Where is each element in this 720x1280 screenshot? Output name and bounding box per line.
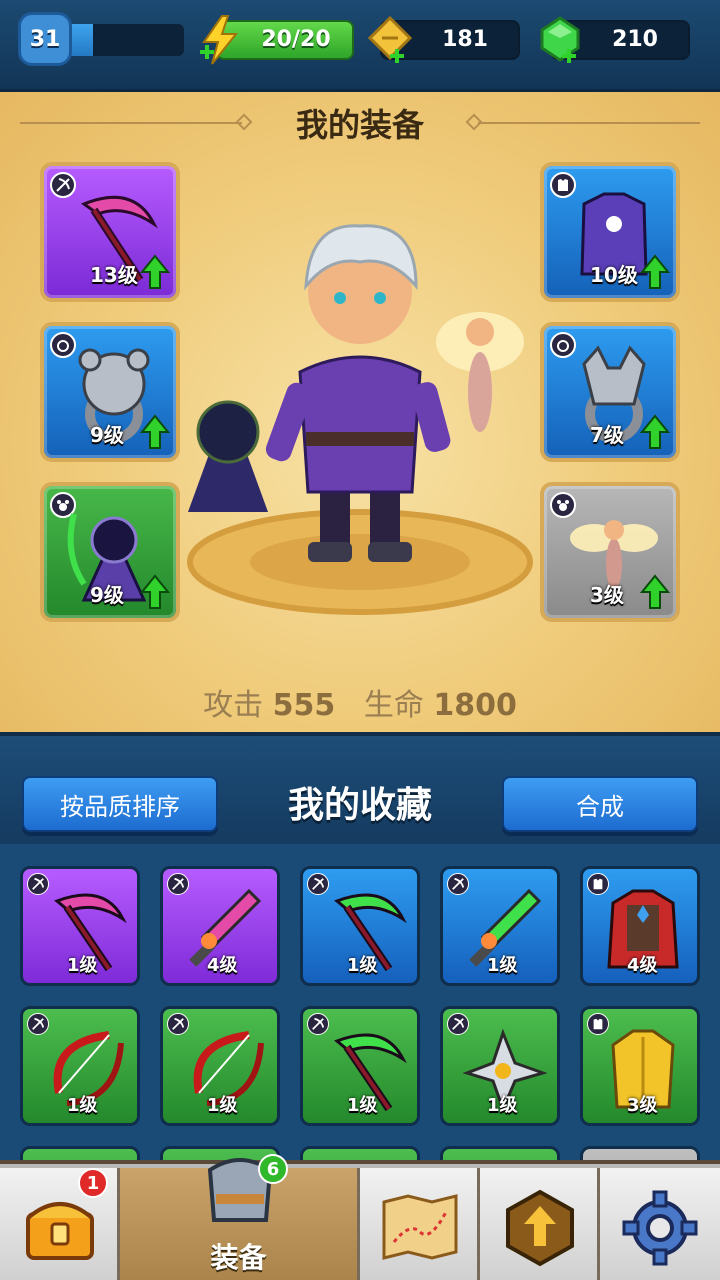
- treasure-chest-icon: [26, 1202, 94, 1260]
- equip-slot-pet-2[interactable]: 3级: [540, 482, 680, 622]
- slot-level: 7级: [590, 423, 624, 447]
- upgrade-arrow-icon: [640, 254, 670, 289]
- map-icon: [382, 1194, 458, 1260]
- collection-item-card-partial[interactable]: [440, 1146, 560, 1160]
- nav-equipment-label: 装备: [210, 1241, 267, 1274]
- hp-label: 生命: [363, 688, 424, 723]
- upgrade-arrow-icon: [140, 254, 170, 289]
- collection-item-card[interactable]: 1级: [440, 1006, 560, 1126]
- gear-icon: [622, 1190, 698, 1266]
- equip-slot-weapon[interactable]: 13级: [40, 162, 180, 302]
- collection-item-card[interactable]: 1级: [300, 866, 420, 986]
- collection-item-card-partial[interactable]: [580, 1146, 700, 1160]
- hp-value: 1800: [433, 688, 517, 723]
- equip-slot-ring-2[interactable]: 7级: [540, 322, 680, 462]
- item-level: 1级: [67, 1095, 98, 1116]
- collection-header: 按品质排序 我的收藏 合成: [0, 732, 720, 844]
- hero-stats: 攻击 555 生命 1800: [0, 680, 720, 724]
- upgrade-arrow-icon: [140, 574, 170, 609]
- lightning-plus-icon[interactable]: [196, 14, 244, 66]
- slot-level: 10级: [590, 263, 638, 287]
- equip-slot-pet[interactable]: 9级: [40, 482, 180, 622]
- collection-item-card-partial[interactable]: [300, 1146, 420, 1160]
- nav-chest[interactable]: 1: [0, 1168, 120, 1280]
- equipment-notification-badge: 6: [258, 1154, 288, 1184]
- upgrade-arrow-icon: [640, 414, 670, 449]
- collection-item-card[interactable]: 4级: [160, 866, 280, 986]
- collection-item-card[interactable]: 1级: [300, 1006, 420, 1126]
- slot-level: 13级: [90, 263, 138, 287]
- item-level: 1级: [487, 1095, 518, 1116]
- collection-grid: 1级 4级 1级 1级 4级 1级 1级 1级 1级 3级: [0, 844, 720, 1160]
- gold-ticket-plus-icon[interactable]: [366, 14, 414, 66]
- collection-item-card[interactable]: 1级: [20, 866, 140, 986]
- hero-character-illustration: [187, 224, 533, 615]
- item-level: 1级: [487, 955, 518, 976]
- nav-upgrade[interactable]: [480, 1168, 600, 1280]
- collection-item-card[interactable]: 1级: [160, 1006, 280, 1126]
- slot-level: 9级: [90, 423, 124, 447]
- green-gem-plus-icon[interactable]: [536, 14, 584, 66]
- collection-item-card[interactable]: 4级: [580, 866, 700, 986]
- slot-level: 9级: [90, 583, 124, 607]
- nav-equipment[interactable]: 6 装备: [120, 1154, 360, 1280]
- upgrade-arrow-icon: [140, 414, 170, 449]
- collection-item-card[interactable]: 1级: [20, 1006, 140, 1126]
- upgrade-arrow-icon: [640, 574, 670, 609]
- equipment-title: 我的装备: [295, 106, 424, 144]
- top-bar: 31 20/20 181 210: [0, 0, 720, 92]
- upgrade-hexagon-icon: [506, 1189, 574, 1267]
- attack-label: 攻击: [203, 688, 264, 723]
- collection-item-card-partial[interactable]: [20, 1146, 140, 1160]
- collection-item-card[interactable]: 3级: [580, 1006, 700, 1126]
- attack-value: 555: [272, 688, 336, 723]
- item-level: 1级: [67, 955, 98, 976]
- item-level: 4级: [207, 955, 238, 976]
- equip-slot-ring[interactable]: 9级: [40, 322, 180, 462]
- item-level: 1级: [347, 1095, 378, 1116]
- xp-bar: [62, 24, 184, 56]
- merge-button[interactable]: 合成: [502, 776, 698, 832]
- item-level: 1级: [347, 955, 378, 976]
- chest-notification-badge: 1: [78, 1168, 108, 1198]
- bottom-nav: 1 6 装备: [0, 1154, 720, 1280]
- equip-slot-armor[interactable]: 10级: [540, 162, 680, 302]
- equipment-panel: 我的装备 13级 9级 9级 10级 7级 3级 攻击 555 生命 1800: [0, 92, 720, 732]
- nav-map[interactable]: [360, 1168, 480, 1280]
- item-level: 4级: [627, 955, 658, 976]
- slot-level: 3级: [590, 583, 624, 607]
- nav-settings[interactable]: [600, 1168, 720, 1280]
- player-level-badge[interactable]: 31: [18, 12, 72, 66]
- item-level: 1级: [207, 1095, 238, 1116]
- collection-item-card[interactable]: 1级: [440, 866, 560, 986]
- player-level: 31: [29, 26, 61, 52]
- item-level: 3级: [627, 1095, 658, 1116]
